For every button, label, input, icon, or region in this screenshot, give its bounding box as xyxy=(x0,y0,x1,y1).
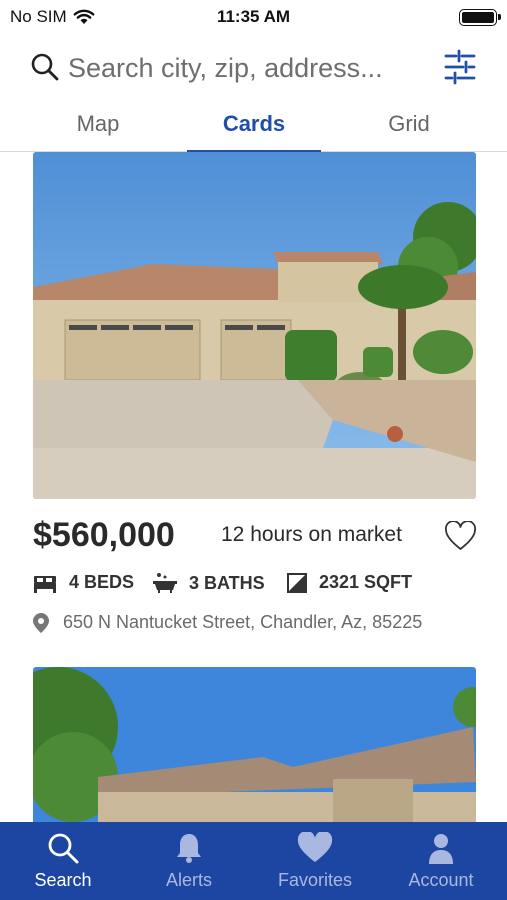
search-input[interactable] xyxy=(68,50,428,86)
listing-features: 4 BEDS 3 BATHS 2321 SQFT xyxy=(33,572,483,598)
time-on-market: 12 hours on market xyxy=(221,523,402,546)
filter-icon[interactable] xyxy=(443,48,477,86)
tab-search[interactable]: Search xyxy=(0,822,126,900)
tab-alerts-label: Alerts xyxy=(165,870,212,890)
baths-label: 3 BATHS xyxy=(189,572,265,593)
tab-account-label: Account xyxy=(408,870,474,890)
search-icon xyxy=(48,833,79,864)
battery-icon xyxy=(459,9,501,26)
bell-icon xyxy=(177,834,201,863)
clock: 11:35 AM xyxy=(216,7,291,26)
listing-price: $560,000 xyxy=(33,516,175,554)
beds: 4 BEDS xyxy=(33,572,134,593)
listing-photo[interactable] xyxy=(33,152,476,499)
view-tabs: Map Cards Grid xyxy=(0,104,507,153)
tab-search-label: Search xyxy=(34,870,92,890)
heart-icon xyxy=(297,832,333,862)
tab-favorites-label: Favorites xyxy=(277,870,353,890)
house-photo xyxy=(33,152,476,499)
tab-map[interactable]: Map xyxy=(31,104,165,152)
address-text: 650 N Nantucket Street, Chandler, Az, 85… xyxy=(63,612,423,632)
bed-icon xyxy=(34,575,56,593)
favorite-heart-icon[interactable] xyxy=(444,521,477,552)
status-bar: No SIM 11:35 AM xyxy=(0,0,507,34)
tab-grid[interactable]: Grid xyxy=(342,104,476,152)
bottom-tab-bar: Search Alerts Favorites Account xyxy=(0,822,507,900)
baths: 3 BATHS xyxy=(153,572,265,594)
tab-favorites[interactable]: Favorites xyxy=(252,822,378,900)
search-bar xyxy=(0,40,507,96)
area-icon xyxy=(287,572,307,593)
listing-address[interactable]: 650 N Nantucket Street, Chandler, Az, 85… xyxy=(33,612,422,633)
location-pin-icon xyxy=(33,612,49,633)
tab-alerts[interactable]: Alerts xyxy=(126,822,252,900)
search-icon xyxy=(31,53,59,81)
sqft-label: 2321 SQFT xyxy=(319,572,413,592)
listing-photo[interactable] xyxy=(33,667,476,827)
bathtub-icon xyxy=(153,573,177,593)
sqft: 2321 SQFT xyxy=(287,572,412,593)
beds-label: 4 BEDS xyxy=(69,572,135,592)
tab-cards[interactable]: Cards xyxy=(187,104,321,153)
house-photo xyxy=(33,667,476,827)
person-icon xyxy=(429,834,453,864)
tab-account[interactable]: Account xyxy=(378,822,504,900)
